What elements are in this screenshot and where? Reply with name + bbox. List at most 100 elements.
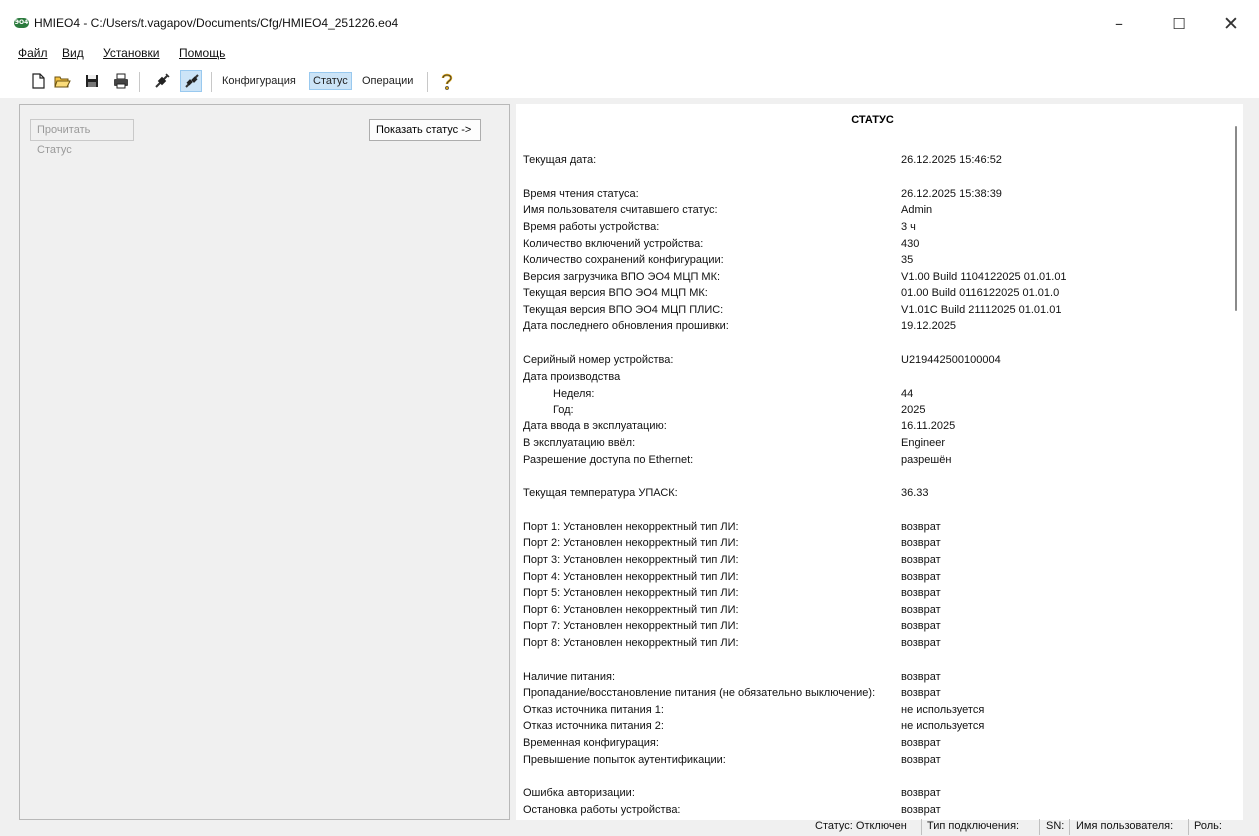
status-value: 16.11.2025 [901,420,956,432]
status-row: Наличие питания: возврат [516,669,1229,685]
status-report: СТАТУС Текущая дата: 26.12.2025 15:46:52 … [516,104,1229,820]
status-value: не используется [901,704,985,716]
status-title: СТАТУС [851,114,894,126]
status-control-panel: Прочитать Статус Показать статус -> [19,104,510,820]
status-row: Отказ источника питания 1: не используетс… [516,702,1229,718]
tab-operations[interactable]: Операции [359,73,416,89]
status-key: Наличие питания: [523,671,616,683]
status-row: Ошибка авторизации: возврат [516,785,1229,801]
scrollbar-thumb[interactable] [1235,126,1237,311]
status-value: 26.12.2025 15:46:52 [901,154,1002,166]
status-key: Порт 6: Установлен некорректный тип ЛИ: [523,604,739,616]
status-key: Год: [553,404,574,416]
title-bar: ЭО4 HMIEO4 - C:/Users/t.vagapov/Document… [0,0,1259,44]
status-value: 26.12.2025 15:38:39 [901,188,1002,200]
status-value: возврат [901,604,941,616]
status-key: Дата ввода в эксплуатацию: [523,420,667,432]
toolbar-separator [211,72,212,92]
status-bar: Статус: Отключен Тип подключения: SN: Им… [0,819,1259,836]
status-key: Порт 4: Установлен некорректный тип ЛИ: [523,571,739,583]
menu-help[interactable]: Помощь [179,46,225,60]
minimize-button[interactable]: – [1096,8,1142,40]
tab-status[interactable]: Статус [309,72,352,90]
status-row: Временная конфигурация: возврат [516,735,1229,751]
status-key: Количество сохранений конфигурации: [523,254,724,266]
user-name: Имя пользователя: [1076,820,1174,832]
new-file-icon[interactable] [27,70,49,92]
status-value: возврат [901,537,941,549]
maximize-button[interactable]: ☐ [1156,8,1202,40]
user-role: Роль: [1194,820,1222,832]
status-value: 35 [901,254,914,266]
status-scrollbar[interactable] [1229,104,1243,820]
statusbar-separator [1188,819,1189,835]
status-row: Год: 2025 [516,402,1229,418]
status-row: Порт 8: Установлен некорректный тип ЛИ: в… [516,635,1229,651]
app-icon: ЭО4 [14,18,29,28]
status-row: Дата последнего обновления прошивки: 19.1… [516,318,1229,334]
status-row: Текущая дата: 26.12.2025 15:46:52 [516,152,1229,168]
status-value: разрешён [901,454,952,466]
status-row: Время чтения статуса: 26.12.2025 15:38:39 [516,186,1229,202]
status-value: 430 [901,238,920,250]
status-key: Время работы устройства: [523,221,660,233]
menu-view[interactable]: Вид [62,46,84,60]
status-row: Порт 7: Установлен некорректный тип ЛИ: в… [516,618,1229,634]
status-key: Порт 8: Установлен некорректный тип ЛИ: [523,637,739,649]
status-value: 01.00 Build 0116122025 01.01.0 [901,287,1060,299]
status-value: возврат [901,587,941,599]
status-key: Пропадание/восстановление питания (не об… [523,687,876,699]
open-folder-icon[interactable] [51,70,73,92]
status-value: Admin [901,204,933,216]
status-key: Дата последнего обновления прошивки: [523,320,729,332]
status-key: Временная конфигурация: [523,737,659,749]
status-row: Порт 6: Установлен некорректный тип ЛИ: в… [516,602,1229,618]
status-key: Разрешение доступа по Ethernet: [523,454,694,466]
status-key: Порт 7: Установлен некорректный тип ЛИ: [523,620,739,632]
status-value: возврат [901,804,941,816]
menu-settings[interactable]: Установки [103,46,159,60]
connect-icon[interactable] [180,70,202,92]
status-key: Превышение попыток аутентификации: [523,754,726,766]
save-icon[interactable] [81,70,103,92]
status-value: 36.33 [901,487,929,499]
status-key: Порт 3: Установлен некорректный тип ЛИ: [523,554,739,566]
status-value: возврат [901,571,941,583]
status-key: Версия загрузчика ВПО ЭО4 МЦП МК: [523,271,721,283]
status-row: Количество сохранений конфигурации: 35 [516,252,1229,268]
status-value: возврат [901,620,941,632]
help-icon[interactable] [436,70,458,92]
statusbar-separator [1039,819,1040,835]
status-value: V1.01C Build 21112025 01.01.01 [901,304,1062,316]
status-value: 44 [901,388,914,400]
status-value: возврат [901,521,941,533]
menu-file[interactable]: Файл [18,46,48,60]
print-icon[interactable] [110,70,132,92]
status-value: U219442500100004 [901,354,1001,366]
status-row: Текущая версия ВПО ЭО4 МЦП ПЛИС: V1.01C B… [516,302,1229,318]
tab-configuration[interactable]: Конфигурация [219,73,299,89]
status-row: Неделя: 44 [516,386,1229,402]
status-key: Порт 2: Установлен некорректный тип ЛИ: [523,537,739,549]
disconnect-icon[interactable] [151,70,173,92]
status-key: Количество включений устройства: [523,238,704,250]
status-row: Пропадание/восстановление питания (не об… [516,685,1229,701]
status-row: Остановка работы устройства: возврат [516,802,1229,818]
status-key: Серийный номер устройства: [523,354,674,366]
status-row: Порт 1: Установлен некорректный тип ЛИ: в… [516,519,1229,535]
connection-status: Статус: Отключен [815,820,907,832]
status-key: Остановка работы устройства: [523,804,681,816]
status-row: Количество включений устройства: 430 [516,236,1229,252]
status-value: возврат [901,637,941,649]
connection-type: Тип подключения: [927,820,1020,832]
read-status-button[interactable]: Прочитать Статус [30,119,134,156]
serial-number: SN: [1046,820,1065,832]
status-key: В эксплуатацию ввёл: [523,437,636,449]
status-row: Порт 4: Установлен некорректный тип ЛИ: в… [516,569,1229,585]
status-value: V1.00 Build 1104122025 01.01.01 [901,271,1067,283]
status-value: возврат [901,554,941,566]
toolbar-separator [139,72,140,92]
show-status-button[interactable]: Показать статус -> [369,119,481,141]
close-button[interactable]: ✕ [1208,8,1254,40]
status-row: Текущая версия ВПО ЭО4 МЦП МК: 01.00 Buil… [516,285,1229,301]
